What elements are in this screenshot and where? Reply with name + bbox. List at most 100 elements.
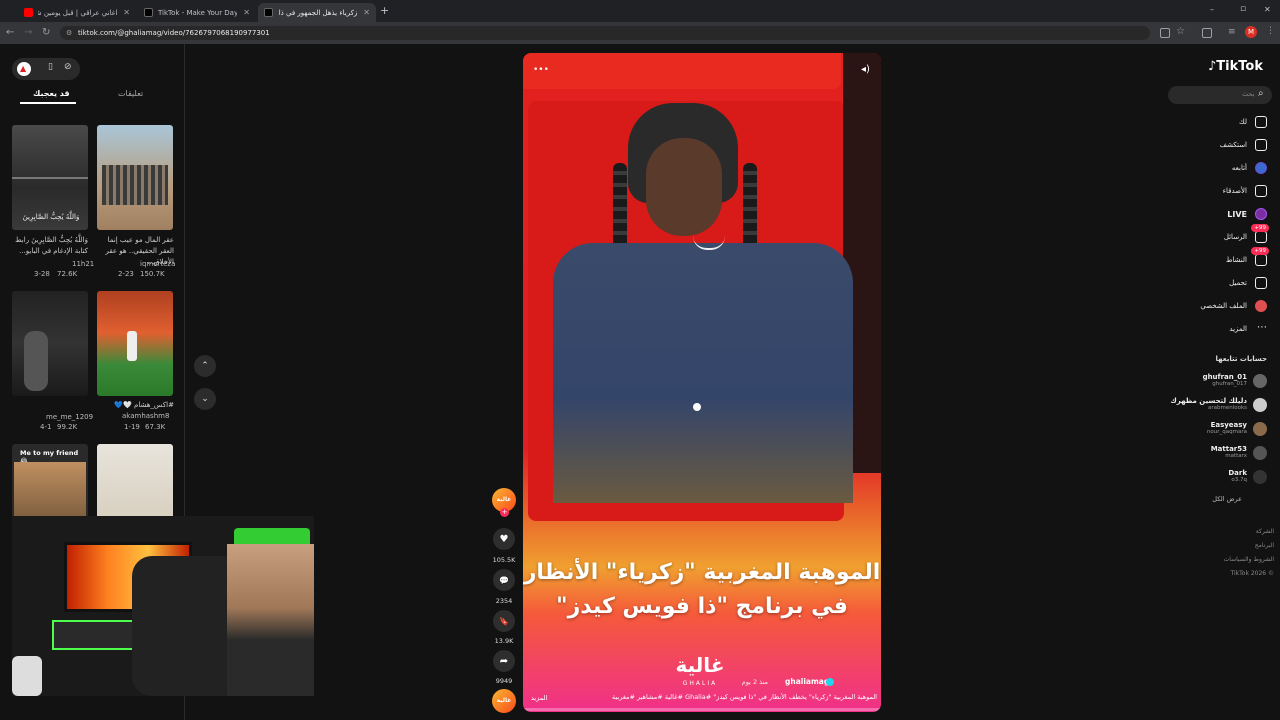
settings-circle-icon[interactable]: ⊘: [64, 62, 72, 72]
video-thumbnail[interactable]: [12, 291, 88, 396]
activity-icon: [1255, 254, 1267, 266]
nav-label: الأصدقاء: [1222, 187, 1247, 195]
nav-label: استكشف: [1219, 141, 1247, 149]
video-caption[interactable]: وَاللَّهُ يُحِبُّ الصَّابِرِينَ رابط كتا…: [10, 235, 88, 257]
video-likes: 150.7K: [140, 270, 165, 278]
browser-tab-3[interactable]: زكرياء يذهل الجمهور في ذا... ✕: [258, 3, 376, 22]
browser-menu-icon[interactable]: ⋮: [1266, 26, 1275, 36]
comment-count: 2354: [495, 597, 513, 605]
video-author[interactable]: iqmorteza: [140, 260, 175, 268]
following-account[interactable]: Mattar53 mattarx: [1211, 445, 1267, 460]
video-author[interactable]: 11h21: [72, 260, 94, 268]
nav-item[interactable]: لك: [1239, 116, 1267, 128]
bookmark-button[interactable]: 🔖: [493, 610, 515, 632]
video-thumbnail[interactable]: [97, 444, 173, 519]
mini-player-controls: ▲ ▯ ⊘: [12, 58, 80, 80]
reload-icon[interactable]: ↻: [42, 27, 50, 39]
tab-close-icon[interactable]: ✕: [363, 8, 370, 17]
nav-item[interactable]: أتابعه: [1232, 162, 1267, 174]
account-handle: nour_qaqmara: [1206, 429, 1247, 435]
follow-plus-icon[interactable]: +: [500, 508, 509, 517]
tiktok-logo-text: TikTok: [1216, 59, 1263, 74]
url-field[interactable]: ⚙ tiktok.com/@ghaliamag/video/7626797068…: [60, 26, 1150, 40]
music-disc[interactable]: غالية: [492, 689, 516, 713]
nav-item[interactable]: ⋯ المزيد: [1229, 323, 1267, 335]
media-icon[interactable]: ≡: [1228, 27, 1236, 37]
nav-label: النشاط: [1225, 256, 1247, 264]
tiktok-logo[interactable]: ♪TikTok: [1208, 59, 1263, 74]
browser-tab-1[interactable]: اغاني عراقي | قبل يومين شفته في... ✕: [18, 3, 136, 22]
footer-program[interactable]: البرنامج: [1255, 542, 1274, 549]
more-link[interactable]: المزيد: [531, 694, 547, 702]
see-all-link[interactable]: عرض الكل: [1212, 495, 1242, 503]
share-button[interactable]: ➦: [493, 650, 515, 672]
video-player[interactable]: ••• ◂) الموهبة المغربية "زكرياء" الأنظار…: [523, 53, 881, 712]
avatar: [1253, 421, 1267, 436]
previous-video-button[interactable]: ⌃: [194, 355, 216, 377]
tab-comments[interactable]: تعليقات: [118, 89, 143, 98]
profile-avatar[interactable]: M: [1245, 26, 1257, 38]
friends-icon: [1255, 185, 1267, 197]
minimize-button[interactable]: –: [1210, 5, 1214, 14]
nav-item[interactable]: الرسائل +99: [1224, 224, 1269, 243]
nav-item[interactable]: استكشف: [1220, 139, 1267, 151]
following-account[interactable]: Dark o3.7q: [1228, 469, 1267, 484]
nav-item[interactable]: النشاط +99: [1225, 247, 1269, 266]
tab-close-icon[interactable]: ✕: [123, 8, 130, 17]
cast-icon[interactable]: [1160, 28, 1170, 38]
nav-item[interactable]: الأصدقاء: [1223, 185, 1267, 197]
nav-item[interactable]: تحميل: [1229, 277, 1267, 289]
messages-icon: [1255, 231, 1267, 243]
crowd-figure: [102, 165, 168, 205]
search-input[interactable]: بحث ⌕: [1168, 86, 1272, 104]
forward-icon[interactable]: →: [24, 27, 32, 39]
video-author[interactable]: me_me_1209: [46, 413, 93, 421]
extensions-icon[interactable]: [1202, 28, 1212, 38]
tab-close-icon[interactable]: ✕: [243, 8, 250, 17]
nav-item[interactable]: الملف الشخصي: [1200, 300, 1267, 312]
following-account[interactable]: ghufran_01 ghufran_017: [1203, 373, 1267, 388]
video-caption[interactable]: #اكس_هشام 🤍💙: [96, 400, 174, 411]
following-account[interactable]: دليلك لتحسين مظهرك arabmenlooks: [1170, 397, 1267, 412]
author-name[interactable]: ghaliamag: [785, 677, 829, 686]
live-icon: [1255, 208, 1267, 220]
footer-terms[interactable]: الشروط والسياسات: [1224, 556, 1274, 563]
video-likes: 72.6K: [57, 270, 78, 278]
video-thumbnail[interactable]: Me to my friend 😂: [12, 444, 88, 519]
more-options-button[interactable]: •••: [533, 65, 549, 75]
footer-company[interactable]: الشركة: [1256, 528, 1274, 535]
progress-track[interactable]: [523, 708, 881, 711]
close-window-button[interactable]: ✕: [1264, 5, 1271, 14]
browser-tab-bar: اغاني عراقي | قبل يومين شفته في... ✕ Tik…: [0, 0, 1280, 22]
phone-icon[interactable]: ▯: [48, 62, 53, 72]
denim-shirt: [553, 243, 853, 503]
video-thumbnail[interactable]: [97, 125, 173, 230]
search-icon[interactable]: ⌕: [1258, 88, 1264, 99]
video-date: 1-19: [124, 423, 140, 431]
volume-icon[interactable]: ◂): [861, 64, 870, 75]
road-line: [12, 177, 88, 179]
browser-tab-2[interactable]: TikTok - Make Your Day ✕: [138, 3, 256, 22]
maximize-button[interactable]: ▫: [1240, 4, 1246, 14]
following-icon: [1255, 162, 1267, 174]
video-likes: 99.2K: [57, 423, 78, 431]
new-tab-button[interactable]: +: [380, 4, 389, 17]
video-author[interactable]: akamhashm8: [122, 412, 169, 420]
next-video-button[interactable]: ⌄: [194, 388, 216, 410]
nav-label: تحميل: [1229, 279, 1247, 287]
following-account[interactable]: Easyeasy nour_qaqmara: [1207, 421, 1267, 436]
back-icon[interactable]: ←: [6, 27, 14, 39]
video-thumbnail[interactable]: [97, 291, 173, 396]
bookmark-count: 13.9K: [494, 637, 514, 645]
video-headline-line1: الموهبة المغربية "زكرياء" الأنظار: [523, 560, 881, 585]
nav-item[interactable]: LIVE: [1227, 208, 1267, 220]
address-bar: ← → ↻ ⚙ tiktok.com/@ghaliamag/video/7626…: [0, 22, 1280, 44]
like-button[interactable]: ♥: [493, 528, 515, 550]
youtube-favicon-icon: [24, 8, 33, 17]
comment-button[interactable]: 💬: [493, 569, 515, 591]
video-thumbnail[interactable]: وَاللَّهُ يُحِبُّ الصَّابِرِينَ: [12, 125, 88, 230]
tab-you-may-like[interactable]: قد يعجبك: [33, 89, 70, 98]
bookmark-star-icon[interactable]: ☆: [1176, 26, 1185, 37]
site-info-icon[interactable]: ⚙: [66, 26, 72, 40]
account-handle: o3.7q: [1231, 477, 1247, 483]
